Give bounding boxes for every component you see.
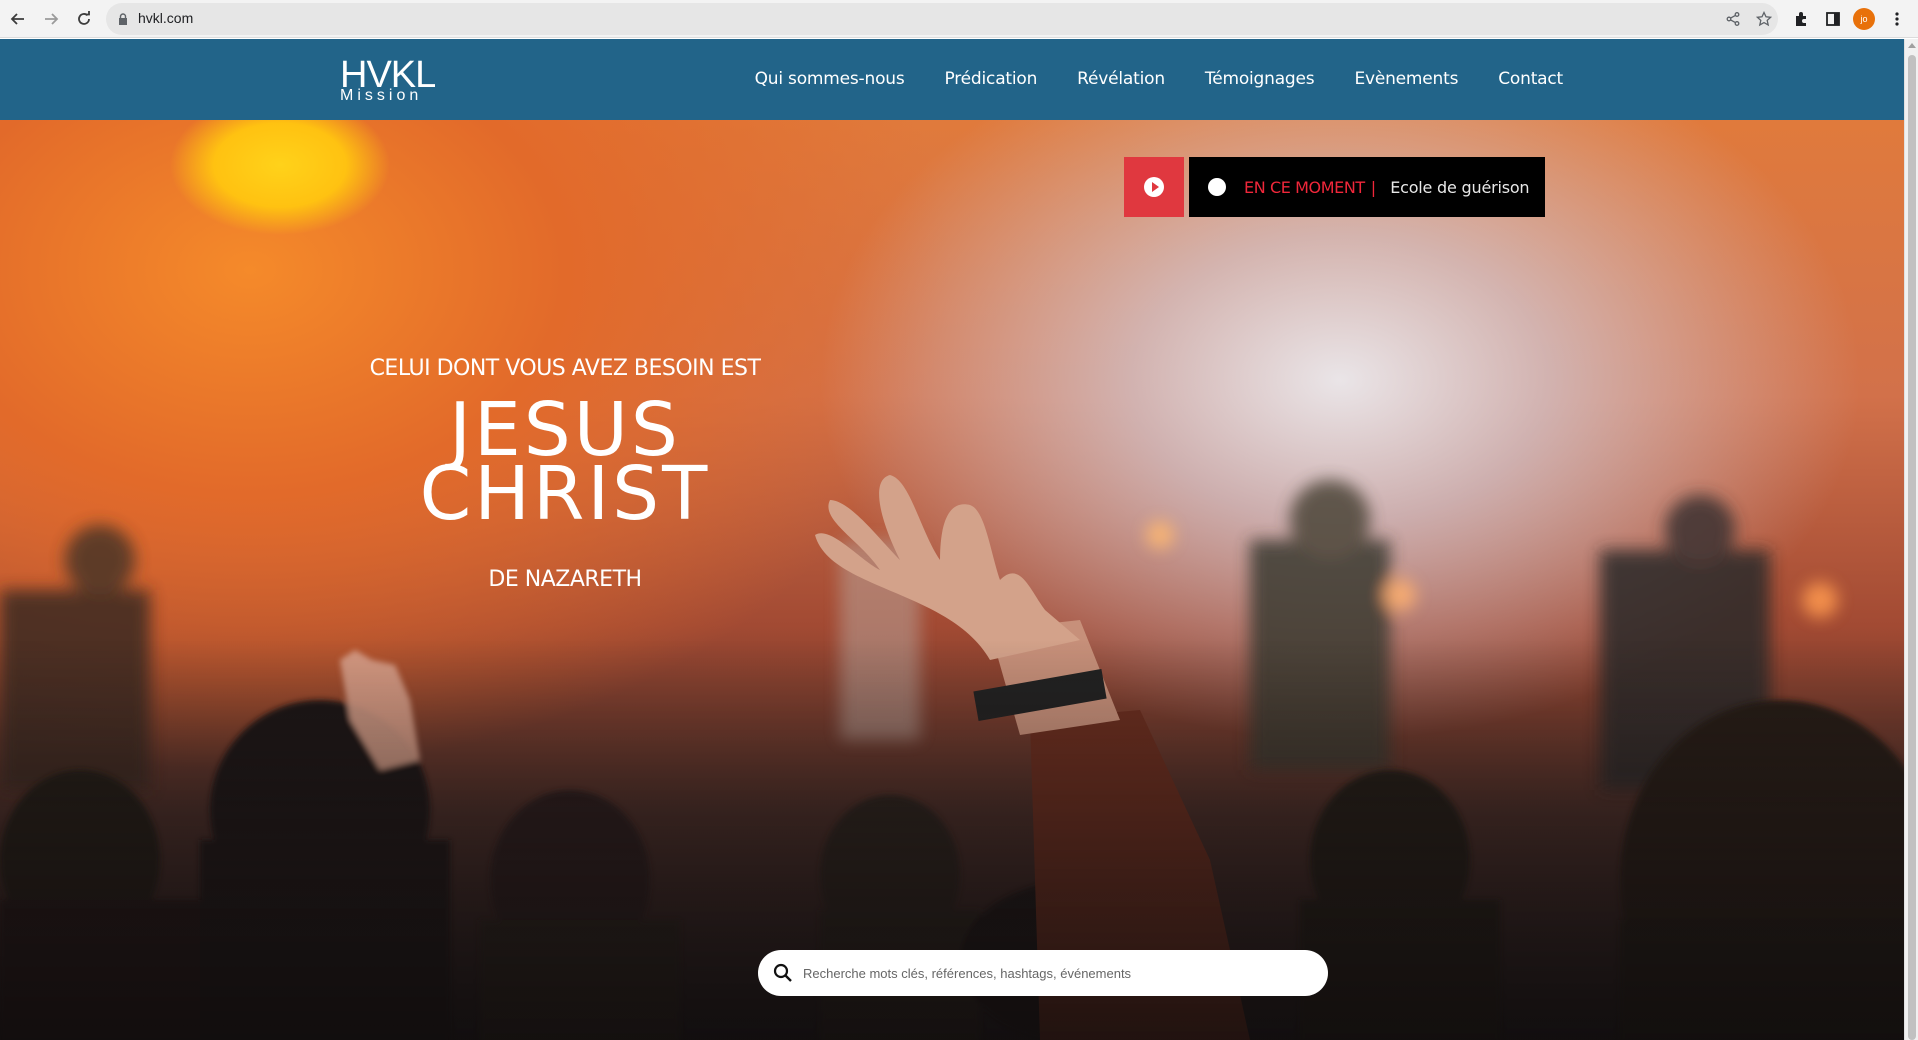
menu-item-evenements[interactable]: Evènements: [1354, 69, 1458, 89]
hero-title: JESUS CHRIST: [310, 393, 820, 537]
profile-avatar[interactable]: jo: [1853, 8, 1875, 30]
forward-icon[interactable]: [39, 7, 63, 31]
menu-item-temoignages[interactable]: Témoignages: [1205, 69, 1315, 89]
search-input[interactable]: [803, 965, 1303, 981]
menu-item-predication[interactable]: Prédication: [945, 69, 1038, 89]
menu-item-contact[interactable]: Contact: [1498, 69, 1563, 89]
main-menu: Qui sommes-nous Prédication Révélation T…: [755, 69, 1564, 89]
search-icon[interactable]: [773, 963, 793, 983]
reload-icon[interactable]: [72, 7, 96, 31]
live-dot-icon: [1208, 178, 1226, 196]
live-label: EN CE MOMENT: [1244, 177, 1365, 197]
address-bar[interactable]: hvkl.com: [106, 3, 1778, 35]
live-now-banner[interactable]: EN CE MOMENT | Ecole de guérison: [1189, 157, 1545, 217]
hero-banner: EN CE MOMENT | Ecole de guérison CELUI D…: [0, 120, 1904, 1040]
live-current-program: Ecole de guérison: [1390, 177, 1530, 197]
browser-toolbar: hvkl.com jo: [0, 0, 1918, 38]
extensions-icon[interactable]: [1791, 9, 1811, 29]
lock-icon: [119, 13, 127, 25]
site-header: HVKL Mission Qui sommes-nous Prédication…: [0, 39, 1904, 120]
search-bar: [758, 950, 1328, 996]
back-icon[interactable]: [6, 7, 30, 31]
live-play-button[interactable]: [1124, 157, 1184, 217]
page-viewport: HVKL Mission Qui sommes-nous Prédication…: [0, 39, 1904, 1040]
share-icon[interactable]: [1725, 11, 1741, 27]
hero-line-3: DE NAZARETH: [488, 567, 642, 592]
url-text: hvkl.com: [138, 10, 194, 26]
page-scrollbar[interactable]: [1904, 39, 1918, 1040]
hero-line-1: CELUI DONT VOUS AVEZ BESOIN EST: [369, 356, 761, 381]
site-logo[interactable]: HVKL Mission: [340, 56, 436, 104]
scrollbar-thumb[interactable]: [1908, 55, 1916, 1040]
bookmark-star-icon[interactable]: [1756, 11, 1772, 27]
menu-item-revelation[interactable]: Révélation: [1077, 69, 1165, 89]
menu-item-qui-sommes-nous[interactable]: Qui sommes-nous: [755, 69, 905, 89]
scroll-up-arrow-icon[interactable]: [1908, 43, 1916, 48]
play-icon: [1144, 177, 1164, 197]
live-separator: |: [1370, 177, 1377, 197]
side-panel-icon[interactable]: [1823, 9, 1843, 29]
kebab-menu-icon[interactable]: [1887, 9, 1907, 29]
logo-sub: Mission: [340, 87, 423, 104]
hero-title-line-2: CHRIST: [419, 451, 711, 537]
